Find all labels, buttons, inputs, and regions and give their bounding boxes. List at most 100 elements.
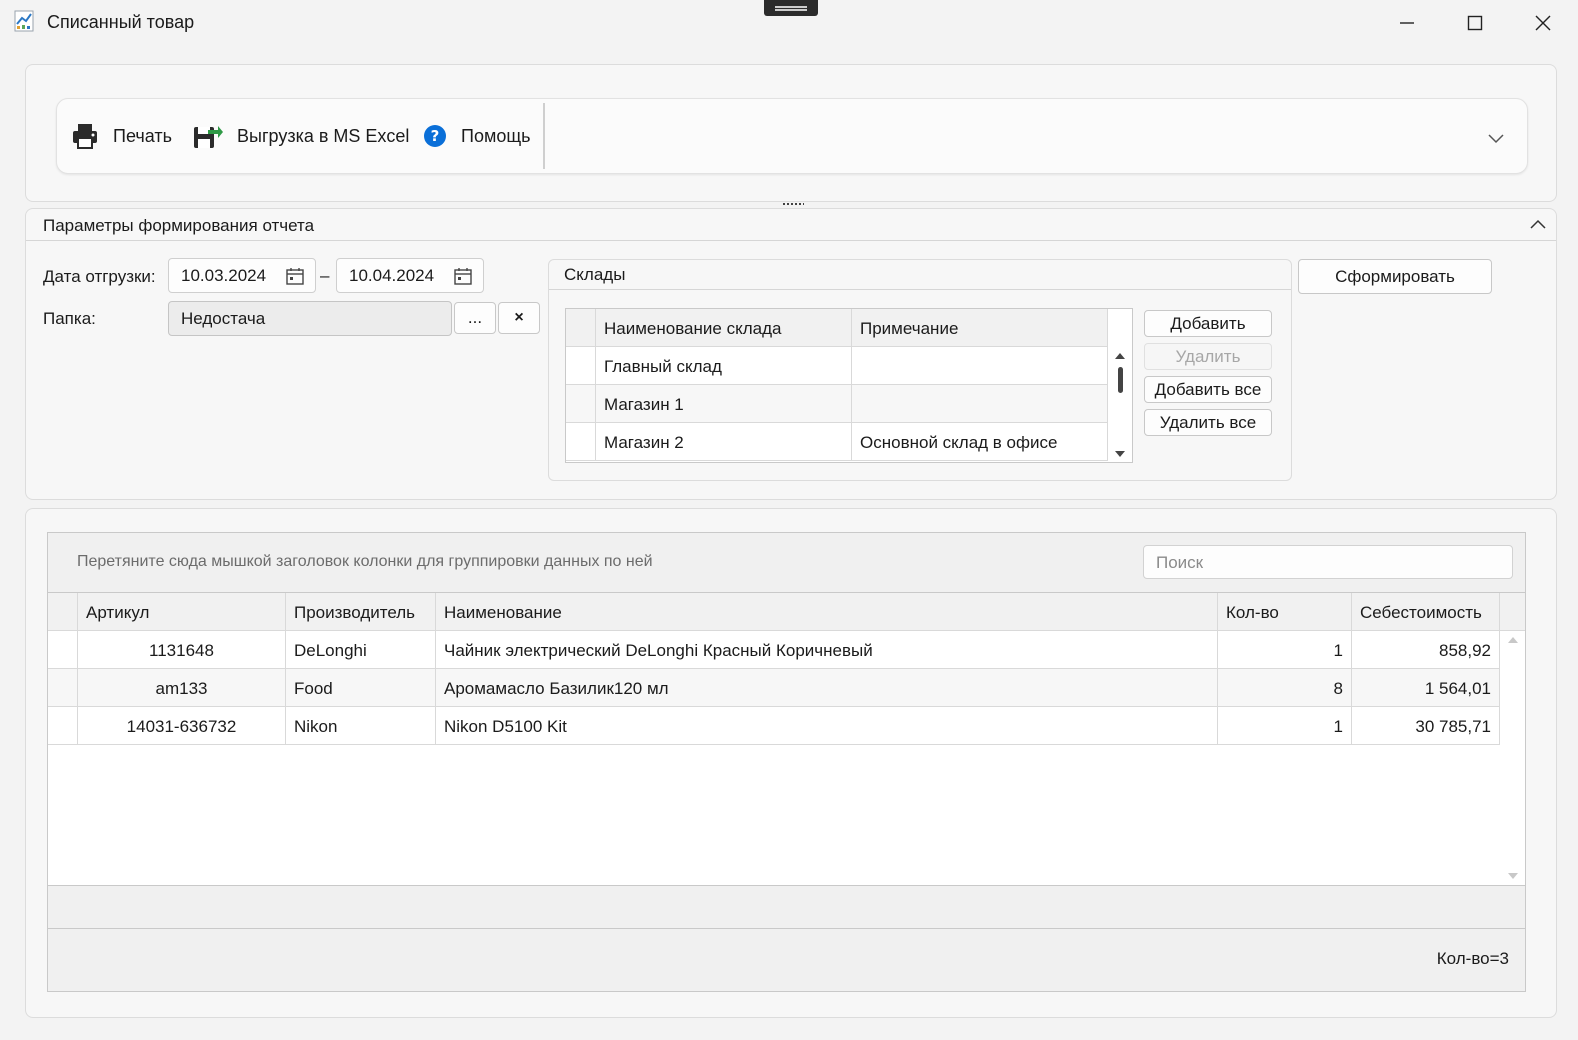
cost-cell[interactable]: 858,92 (1352, 631, 1500, 668)
row-selector[interactable] (48, 669, 78, 706)
printer-icon (73, 124, 97, 149)
row-selector[interactable] (48, 631, 78, 668)
column-header-name[interactable]: Наименование (436, 593, 1218, 630)
date-to-value: 10.04.2024 (349, 266, 435, 285)
add-all-warehouses-button[interactable]: Добавить все (1144, 376, 1272, 403)
delete-all-warehouses-button[interactable]: Удалить все (1144, 409, 1272, 436)
close-button[interactable] (1520, 6, 1566, 40)
row-count-summary: Кол-во=3 (1436, 949, 1509, 968)
help-button[interactable]: ? Помощь (423, 119, 531, 153)
report-app-icon (14, 10, 34, 32)
scroll-up-arrow-icon[interactable] (1508, 637, 1518, 643)
table-row[interactable]: 14031-636732 Nikon Nikon D5100 Kit 1 30 … (48, 707, 1500, 745)
title-bar: Списанный товар (0, 0, 1578, 44)
print-button[interactable]: Печать (71, 119, 172, 153)
date-separator: – (320, 266, 330, 285)
date-to-field[interactable]: 10.04.2024 (336, 258, 484, 293)
grid-body: Артикул Производитель Наименование Кол-в… (48, 592, 1525, 886)
row-selector[interactable] (566, 385, 596, 422)
table-row[interactable]: Магазин 2 Основной склад в офисе (566, 423, 1108, 461)
row-selector-header[interactable] (48, 593, 78, 630)
warehouse-note-cell[interactable]: Основной склад в офисе (852, 423, 1108, 460)
chevron-up-icon[interactable] (1528, 215, 1548, 235)
table-row[interactable]: 1131648 DeLonghi Чайник электрический De… (48, 631, 1500, 669)
warehouse-note-cell[interactable] (852, 385, 1108, 422)
delete-warehouse-button[interactable]: Удалить (1144, 343, 1272, 370)
quantity-cell[interactable]: 8 (1218, 669, 1352, 706)
add-warehouse-button[interactable]: Добавить (1144, 310, 1272, 337)
date-from-field[interactable]: 10.03.2024 (168, 258, 316, 293)
search-input[interactable]: Поиск (1143, 545, 1513, 579)
folder-field[interactable]: Недостача (168, 301, 452, 336)
help-label: Помощь (461, 125, 531, 146)
calendar-icon[interactable] (285, 266, 305, 286)
chevron-down-icon[interactable] (1485, 127, 1507, 149)
print-label: Печать (113, 125, 172, 146)
sku-cell[interactable]: 1131648 (78, 631, 286, 668)
warehouses-table: Наименование склада Примечание Главный с… (565, 308, 1133, 463)
generate-button[interactable]: Сформировать (1298, 259, 1492, 294)
splitter-handle[interactable] (782, 202, 804, 206)
sku-cell[interactable]: am133 (78, 669, 286, 706)
scroll-down-arrow-icon[interactable] (1508, 873, 1518, 879)
column-header-warehouse-name[interactable]: Наименование склада (596, 309, 852, 346)
minimize-icon (1400, 22, 1414, 24)
table-row[interactable]: Главный склад (566, 347, 1108, 385)
scroll-down-arrow-icon[interactable] (1115, 451, 1125, 457)
maximize-icon (1467, 15, 1483, 31)
warehouses-caption: Склады (549, 260, 1291, 290)
row-selector[interactable] (566, 423, 596, 460)
export-excel-icon (194, 126, 223, 148)
quantity-cell[interactable]: 1 (1218, 631, 1352, 668)
warehouse-note-cell[interactable] (852, 347, 1108, 384)
maximize-button[interactable] (1452, 6, 1498, 40)
manufacturer-cell[interactable]: Food (286, 669, 436, 706)
row-selector-header[interactable] (566, 309, 596, 346)
export-excel-button[interactable]: Выгрузка в MS Excel (193, 119, 409, 153)
manufacturer-cell[interactable]: DeLonghi (286, 631, 436, 668)
params-header[interactable]: Параметры формирования отчета (26, 209, 1556, 241)
sku-cell[interactable]: 14031-636732 (78, 707, 286, 744)
export-excel-label: Выгрузка в MS Excel (237, 125, 410, 146)
row-selector[interactable] (566, 347, 596, 384)
scroll-thumb[interactable] (1118, 367, 1123, 393)
svg-text:?: ? (431, 127, 440, 145)
table-header: Артикул Производитель Наименование Кол-в… (48, 593, 1525, 631)
date-from-value: 10.03.2024 (181, 266, 267, 285)
minimize-button[interactable] (1384, 6, 1430, 40)
column-header-quantity[interactable]: Кол-во (1218, 593, 1352, 630)
window-title: Списанный товар (47, 12, 195, 32)
manufacturer-cell[interactable]: Nikon (286, 707, 436, 744)
vertical-scrollbar[interactable] (1108, 347, 1132, 462)
cost-cell[interactable]: 1 564,01 (1352, 669, 1500, 706)
group-by-hint[interactable]: Перетяните сюда мышкой заголовок колонки… (77, 553, 653, 571)
group-summary-area (48, 887, 1525, 929)
table-row[interactable]: Магазин 1 (566, 385, 1108, 423)
column-header-note[interactable]: Примечание (852, 309, 1108, 346)
clear-folder-button[interactable]: × (498, 302, 540, 334)
column-header-sku[interactable]: Артикул (78, 593, 286, 630)
ship-date-label: Дата отгрузки: (43, 267, 156, 286)
browse-folder-button[interactable]: ... (454, 302, 496, 334)
name-cell[interactable]: Nikon D5100 Kit (436, 707, 1218, 744)
ribbon-toolbar: Печать Выгрузка в MS Excel ? Помощь (56, 98, 1528, 174)
drag-grip[interactable] (764, 0, 818, 16)
params-title: Параметры формирования отчета (43, 216, 315, 235)
scroll-up-arrow-icon[interactable] (1115, 353, 1125, 359)
warehouse-name-cell[interactable]: Главный склад (596, 347, 852, 384)
column-header-manufacturer[interactable]: Производитель (286, 593, 436, 630)
results-grid: Перетяните сюда мышкой заголовок колонки… (47, 532, 1526, 992)
vertical-scrollbar[interactable] (1501, 631, 1525, 885)
column-header-cost[interactable]: Себестоимость (1352, 593, 1500, 630)
cost-cell[interactable]: 30 785,71 (1352, 707, 1500, 744)
calendar-icon[interactable] (453, 266, 473, 286)
name-cell[interactable]: Аромамасло Базилик120 мл (436, 669, 1218, 706)
warehouse-name-cell[interactable]: Магазин 2 (596, 423, 852, 460)
row-selector[interactable] (48, 707, 78, 744)
name-cell[interactable]: Чайник электрический DeLonghi Красный Ко… (436, 631, 1218, 668)
close-icon (1535, 15, 1551, 31)
help-icon: ? (424, 125, 446, 147)
warehouse-name-cell[interactable]: Магазин 1 (596, 385, 852, 422)
table-row[interactable]: am133 Food Аромамасло Базилик120 мл 8 1 … (48, 669, 1500, 707)
quantity-cell[interactable]: 1 (1218, 707, 1352, 744)
